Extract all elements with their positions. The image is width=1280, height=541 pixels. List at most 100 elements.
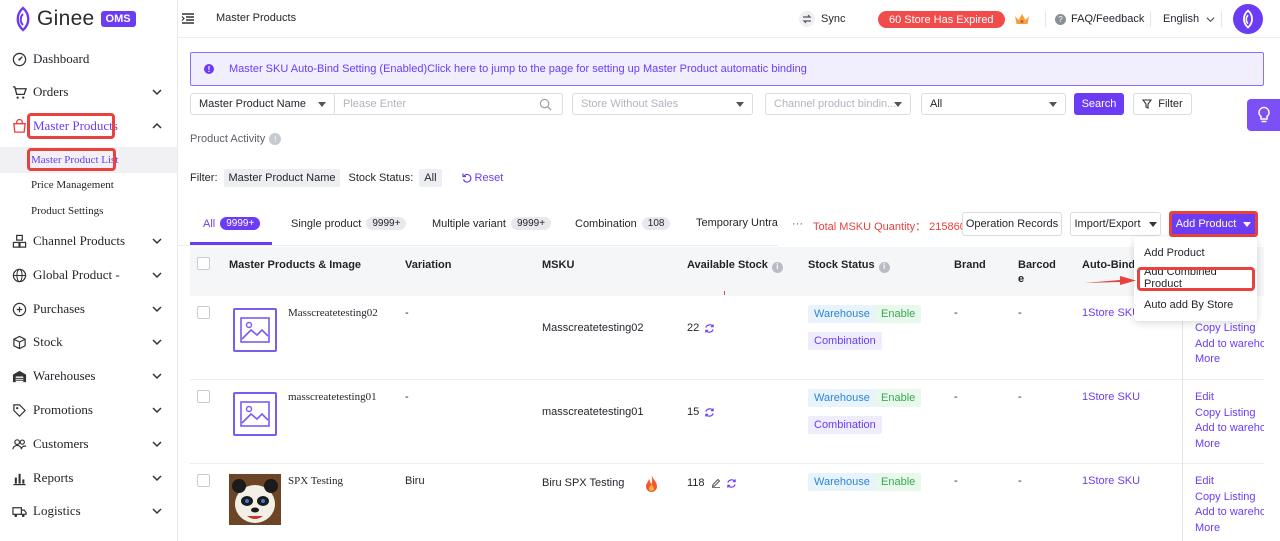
available-stock: 22 — [687, 322, 715, 334]
operation-records-button[interactable]: Operation Records — [962, 212, 1062, 236]
available-stock: 118 — [687, 477, 737, 489]
language-select[interactable]: English — [1163, 13, 1215, 25]
channel-binding-select[interactable]: Channel product bindin... — [765, 93, 911, 115]
product-image-placeholder[interactable] — [233, 308, 277, 352]
tab-count: 9999+ — [220, 217, 261, 230]
sidebar-item-stock[interactable]: Stock — [0, 327, 177, 357]
more-link[interactable]: More — [1195, 352, 1264, 368]
stock-status-label: Stock Status: — [348, 171, 414, 184]
sidebar-item-logistics[interactable]: Logistics — [0, 496, 177, 526]
auto-bind-banner[interactable]: ! Master SKU Auto-Bind Setting (Enabled)… — [190, 52, 1264, 86]
store-expired-badge[interactable]: 60 Store Has Expired — [878, 11, 1005, 28]
tab-combination[interactable]: Combination 108 — [575, 217, 671, 230]
header-barcode: Barcod e — [1018, 258, 1056, 286]
tab-temporary-untrack[interactable]: Temporary Untrack — [696, 217, 778, 229]
row-checkbox[interactable] — [197, 390, 210, 403]
sidebar-item-global-product[interactable]: Global Product - — [0, 260, 177, 290]
filter-button[interactable]: Filter — [1133, 93, 1192, 115]
sub-item-master-product-list[interactable]: Master Product List — [0, 147, 177, 173]
msku: masscreatetesting01 — [542, 406, 644, 418]
tab-all[interactable]: All 9999+ — [203, 217, 261, 230]
filter-chip-name[interactable]: Master Product Name — [223, 168, 341, 187]
select-all-checkbox[interactable] — [197, 257, 210, 270]
edit-link[interactable]: Edit — [1195, 390, 1264, 406]
menu-item-auto-add-by-store[interactable]: Auto add By Store — [1134, 293, 1257, 317]
total-msku-quantity: Total MSKU Quantity： 215860 — [813, 221, 966, 233]
menu-item-add-combined-product[interactable]: Add Combined Product — [1134, 266, 1257, 290]
search-icon[interactable] — [539, 98, 552, 111]
copy-listing-link[interactable]: Copy Listing — [1195, 406, 1264, 422]
add-to-warehouse-link[interactable]: Add to warehouse — [1195, 421, 1264, 437]
product-name[interactable]: Masscreatetesting02 — [288, 307, 378, 319]
sidebar-item-purchases[interactable]: Purchases — [0, 294, 177, 324]
search-field-select[interactable]: Master Product Name — [190, 93, 335, 115]
filter-label: Filter — [1158, 98, 1183, 110]
menu-collapse-icon[interactable] — [181, 12, 195, 26]
sidebar-item-channel-products[interactable]: Channel Products — [0, 226, 177, 256]
edit-pencil-icon[interactable] — [711, 478, 721, 488]
product-image[interactable] — [229, 474, 281, 525]
more-link[interactable]: More — [1195, 521, 1264, 537]
reset-icon — [461, 173, 471, 183]
menu-item-add-product[interactable]: Add Product — [1134, 241, 1257, 265]
all-select-value: All — [930, 98, 943, 110]
search-button[interactable]: Search — [1074, 93, 1124, 115]
refresh-icon[interactable] — [704, 407, 715, 418]
product-type-tabs: All 9999+ Single product 9999+ Multiple … — [178, 201, 778, 246]
globe-icon — [11, 267, 27, 283]
sidebar-item-customers[interactable]: Customers — [0, 429, 177, 459]
tab-count: 9999+ — [366, 217, 407, 230]
avatar[interactable] — [1233, 4, 1263, 34]
product-name[interactable]: SPX Testing — [288, 475, 343, 487]
sidebar-item-warehouses[interactable]: Warehouses — [0, 361, 177, 391]
sub-item-price-management[interactable]: Price Management — [0, 172, 177, 198]
refresh-icon[interactable] — [726, 478, 737, 489]
header-auto-bind: Auto-Bind — [1082, 259, 1136, 271]
sync-button[interactable]: Sync — [799, 10, 845, 28]
chevron-down-icon — [152, 339, 162, 346]
sidebar-item-promotions[interactable]: Promotions — [0, 395, 177, 425]
faq-feedback-link[interactable]: ? FAQ/Feedback — [1055, 13, 1144, 25]
tips-button[interactable] — [1247, 99, 1280, 131]
tab-single-product[interactable]: Single product 9999+ — [291, 217, 407, 230]
product-name[interactable]: masscreatetesting01 — [288, 391, 377, 403]
tabs-more-button[interactable]: ··· — [792, 218, 803, 230]
status-tag-enable: Enable — [875, 305, 922, 323]
reset-button[interactable]: Reset — [461, 172, 503, 184]
row-checkbox[interactable] — [197, 474, 210, 487]
refresh-icon[interactable] — [704, 323, 715, 334]
copy-listing-link[interactable]: Copy Listing — [1195, 490, 1264, 506]
copy-listing-link[interactable]: Copy Listing — [1195, 321, 1264, 337]
search-input[interactable]: Please Enter — [334, 93, 563, 115]
auto-bind-link[interactable]: 1Store SKU — [1082, 391, 1140, 403]
logo[interactable]: Ginee OMS — [12, 6, 136, 32]
sidebar-item-reports[interactable]: Reports — [0, 463, 177, 493]
hot-flame-icon — [646, 474, 657, 492]
all-select[interactable]: All — [921, 93, 1066, 115]
add-to-warehouse-link[interactable]: Add to warehouse — [1195, 337, 1264, 353]
tab-count: 108 — [641, 217, 671, 230]
auto-bind-link[interactable]: 1Store SKU — [1082, 475, 1140, 487]
tab-label: Temporary Untrack — [696, 217, 778, 229]
sidebar-item-orders[interactable]: Orders — [0, 77, 177, 107]
filter-chip-all[interactable]: All — [419, 168, 442, 187]
brand: - — [954, 391, 958, 403]
tab-label: Multiple variant — [432, 217, 506, 230]
import-export-button[interactable]: Import/Export — [1070, 212, 1161, 236]
sidebar-item-master-products[interactable]: Master Products — [0, 111, 177, 141]
add-to-warehouse-link[interactable]: Add to warehouse — [1195, 505, 1264, 521]
edit-link[interactable]: Edit — [1195, 474, 1264, 490]
import-export-label: Import/Export — [1074, 218, 1141, 230]
more-link[interactable]: More — [1195, 437, 1264, 453]
sidebar-item-dashboard[interactable]: Dashboard — [0, 44, 177, 74]
sub-item-product-settings[interactable]: Product Settings — [0, 198, 177, 224]
product-image-placeholder[interactable] — [233, 392, 277, 436]
store-without-sales-select[interactable]: Store Without Sales — [572, 93, 753, 115]
row-checkbox[interactable] — [197, 306, 210, 319]
panda-image-icon — [229, 474, 281, 525]
tab-multiple-variant[interactable]: Multiple variant 9999+ — [432, 217, 552, 230]
product-activity[interactable]: Product Activity ! — [190, 133, 282, 145]
add-product-button[interactable]: Add Product — [1169, 211, 1258, 237]
crown-icon[interactable] — [1014, 12, 1030, 26]
auto-bind-link[interactable]: 1Store SKU — [1082, 307, 1140, 319]
